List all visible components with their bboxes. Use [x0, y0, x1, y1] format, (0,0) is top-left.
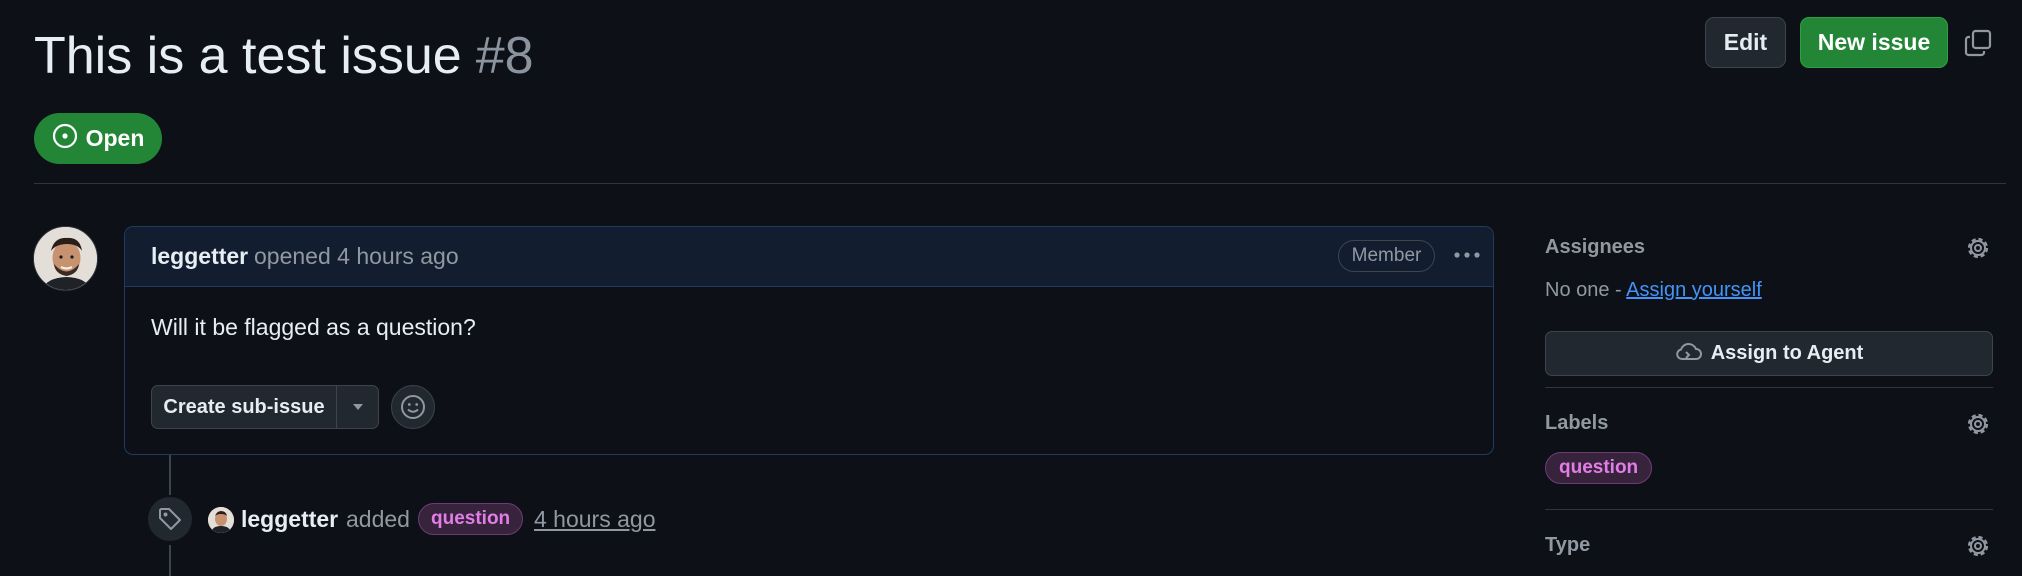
comment-meta[interactable]: opened 4 hours ago — [254, 243, 459, 270]
header-divider — [34, 183, 2006, 184]
labels-gear-icon[interactable] — [1964, 410, 1992, 438]
assign-to-agent-label: Assign to Agent — [1710, 342, 1864, 364]
comment-body: Will it be flagged as a question? — [151, 314, 476, 340]
issue-number: #8 — [475, 27, 534, 85]
event-label-badge[interactable]: question — [418, 503, 524, 535]
actor-avatar[interactable] — [208, 507, 234, 533]
create-subissue-button[interactable]: Create sub-issue — [152, 386, 337, 428]
event-actor[interactable]: leggetter — [241, 506, 338, 533]
sidebar-label-question[interactable]: question — [1545, 452, 1653, 484]
create-subissue-button-group: Create sub-issue — [151, 385, 379, 429]
event-timestamp[interactable]: 4 hours ago — [534, 506, 655, 533]
issue-opened-icon — [52, 123, 78, 155]
timeline-connector — [169, 545, 171, 576]
timeline-connector — [169, 455, 171, 495]
comment-header: leggetter opened 4 hours ago Member — [125, 227, 1493, 287]
assignees-heading: Assignees — [1545, 236, 1646, 258]
sidebar-divider — [1545, 509, 1993, 510]
comment-author[interactable]: leggetter — [151, 243, 248, 270]
cloud-agent-icon — [1675, 340, 1703, 368]
issue-comment: leggetter opened 4 hours ago Member Will… — [124, 226, 1494, 455]
type-heading: Type — [1545, 534, 1591, 556]
event-verb: added — [346, 506, 410, 532]
assignees-gear-icon[interactable] — [1964, 234, 1992, 262]
issue-title-text: This is a test issue — [34, 27, 462, 85]
sidebar-divider — [1545, 387, 1993, 388]
kebab-horizontal-icon[interactable] — [1452, 243, 1482, 267]
tag-icon — [148, 497, 192, 541]
edit-button[interactable]: Edit — [1705, 17, 1786, 68]
type-gear-icon[interactable] — [1964, 532, 1992, 560]
issue-state-badge: Open — [34, 113, 162, 164]
author-avatar[interactable] — [33, 226, 98, 291]
new-issue-button[interactable]: New issue — [1800, 17, 1948, 68]
issue-title: This is a test issue #8 — [34, 24, 534, 88]
triangle-down-icon[interactable] — [337, 386, 378, 428]
assignees-none-text: No one - — [1545, 279, 1622, 301]
assign-to-agent-button[interactable]: Assign to Agent — [1545, 331, 1993, 376]
labels-heading: Labels — [1545, 412, 1609, 434]
assign-yourself-link[interactable]: Assign yourself — [1626, 279, 1762, 301]
role-badge: Member — [1338, 240, 1435, 272]
smiley-icon[interactable] — [391, 385, 435, 429]
assignees-empty: No one - Assign yourself — [1545, 279, 1762, 302]
copy-icon[interactable] — [1963, 28, 1993, 58]
issue-state-label: Open — [85, 125, 145, 151]
